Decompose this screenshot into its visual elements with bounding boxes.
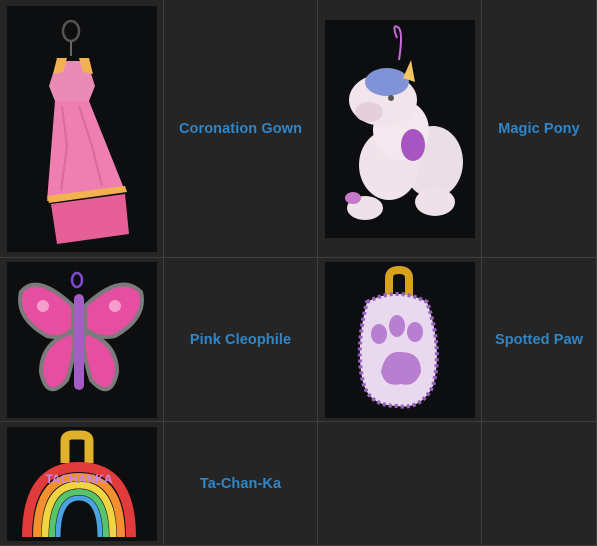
charm-name-cell: Coronation Gown [164, 0, 318, 258]
rainbow-charm-icon: TACHANKA [21, 430, 136, 537]
magic-pony-thumbnail[interactable] [324, 19, 475, 238]
charm-name[interactable]: Coronation Gown [179, 121, 302, 137]
paw-charm-icon [357, 265, 439, 409]
charm-image-cell: TACHANKA [0, 422, 164, 546]
empty-cell [318, 422, 482, 546]
charm-image-cell [318, 0, 482, 258]
charm-image-cell [318, 258, 482, 422]
charm-name[interactable]: Spotted Paw [495, 332, 583, 348]
charm-name-cell: Ta-Chan-Ka [164, 422, 318, 546]
charm-name[interactable]: Pink Cleophile [190, 332, 291, 348]
empty-cell [482, 422, 597, 546]
ta-chan-ka-thumbnail[interactable]: TACHANKA [6, 426, 157, 541]
charm-image-cell [0, 0, 164, 258]
spotted-paw-thumbnail[interactable] [324, 261, 475, 418]
charm-image-cell [0, 258, 164, 422]
charm-grid: Coronation Gown Magic Pony Pink Cleophil… [0, 0, 597, 546]
charm-name[interactable]: Ta-Chan-Ka [200, 476, 281, 492]
charm-name-cell: Magic Pony [482, 0, 597, 258]
charm-name-cell: Spotted Paw [482, 258, 597, 422]
coronation-gown-thumbnail[interactable] [6, 5, 157, 252]
gown-charm-icon [46, 19, 129, 244]
charm-name[interactable]: Magic Pony [498, 121, 580, 137]
charm-name-cell: Pink Cleophile [164, 258, 318, 422]
unicorn-charm-icon [344, 24, 463, 220]
butterfly-charm-icon [17, 271, 144, 391]
rainbow-lettering: TACHANKA [45, 472, 112, 486]
pink-cleophile-thumbnail[interactable] [6, 261, 157, 418]
